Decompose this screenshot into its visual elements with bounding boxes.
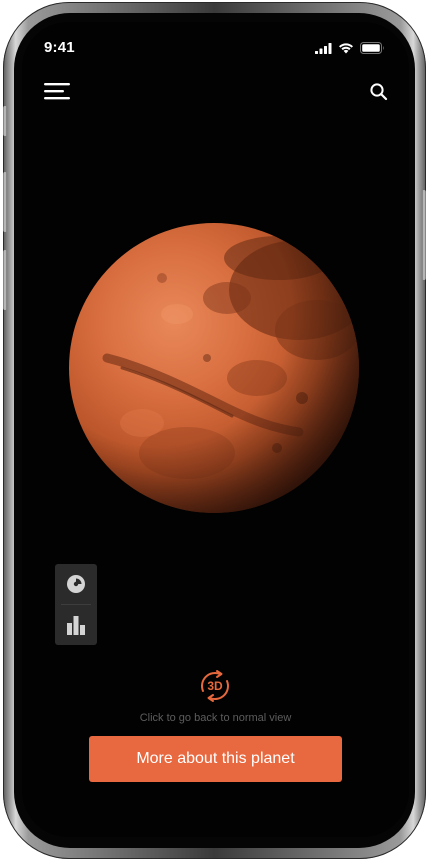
more-about-planet-button[interactable]: More about this planet xyxy=(89,736,342,782)
hamburger-menu-icon xyxy=(44,83,70,100)
search-button[interactable] xyxy=(367,80,391,104)
menu-button[interactable] xyxy=(42,80,72,102)
3d-view-toggle[interactable]: 3D xyxy=(196,667,234,705)
pie-chart-button[interactable] xyxy=(55,564,97,604)
volume-down-button xyxy=(3,250,7,310)
view-mode-panel xyxy=(55,564,97,645)
bar-chart-icon xyxy=(67,616,85,635)
wifi-icon xyxy=(339,43,353,54)
volume-up-button xyxy=(3,172,7,232)
3d-label: 3D xyxy=(207,679,223,693)
bar-chart-button[interactable] xyxy=(55,605,97,645)
cellular-signal-icon xyxy=(315,42,332,54)
app-screen: 9:41 3D Click to go back to normal view … xyxy=(22,22,409,837)
pie-chart-icon xyxy=(67,575,85,593)
status-time: 9:41 xyxy=(44,39,75,56)
mars-planet-image[interactable] xyxy=(67,218,361,519)
power-button xyxy=(422,190,426,280)
search-icon xyxy=(370,83,388,101)
status-bar: 9:41 xyxy=(22,22,409,72)
normal-view-hint: Click to go back to normal view xyxy=(139,712,292,724)
silent-switch xyxy=(3,106,7,136)
status-icons xyxy=(315,41,385,55)
battery-icon xyxy=(360,42,384,54)
